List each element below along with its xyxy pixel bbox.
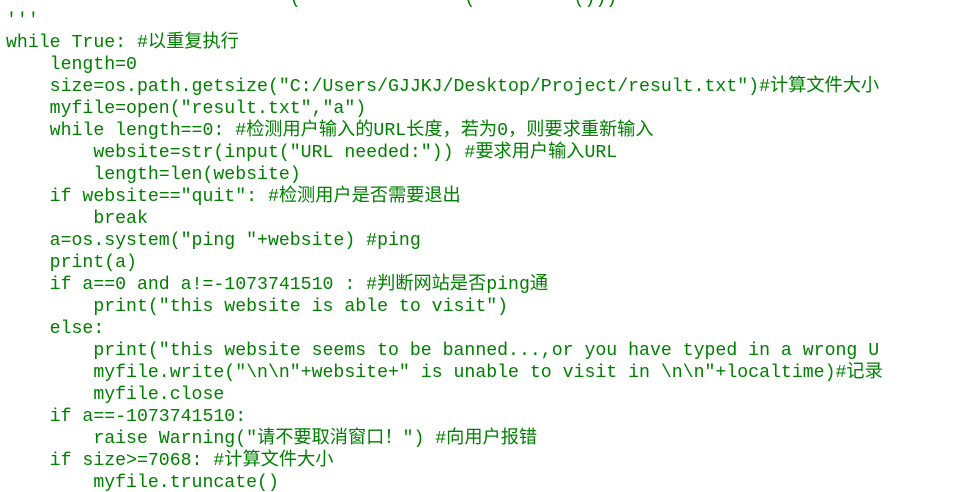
code-line[interactable]: while length==0: #检测用户输入的URL长度，若为0，则要求重新… (6, 120, 883, 142)
code-line[interactable]: length=0 (6, 54, 883, 76)
code-line[interactable]: else: (6, 318, 883, 340)
code-line[interactable]: a=os.system("ping "+website) #ping (6, 230, 883, 252)
code-line[interactable]: while True: #以重复执行 (6, 32, 883, 54)
code-line[interactable]: size=os.path.getsize("C:/Users/GJJKJ/Des… (6, 76, 883, 98)
code-line[interactable]: myfile.write("\n\n"+website+" is unable … (6, 362, 882, 384)
code-line[interactable]: if website=="quit": #检测用户是否需要退出 (6, 186, 883, 208)
code-line[interactable]: myfile.close (6, 384, 883, 406)
code-editor[interactable]: ( ( ())) ''' while True: #以重复执行 length=0… (0, 0, 963, 492)
code-line[interactable]: myfile=open("result.txt","a") (6, 98, 883, 120)
code-line[interactable]: myfile.truncate() (6, 472, 883, 492)
code-line[interactable]: ( ( ())) (6, 0, 883, 10)
code-line[interactable]: print(a) (6, 252, 883, 274)
code-line[interactable]: break (6, 208, 883, 230)
code-line[interactable]: raise Warning("请不要取消窗口！") #向用户报错 (6, 428, 883, 450)
code-line[interactable]: print("this website is able to visit") (6, 296, 883, 318)
code-line[interactable]: print("this website seems to be banned..… (6, 340, 883, 362)
code-block[interactable]: ( ( ())) ''' while True: #以重复执行 length=0… (6, 0, 883, 492)
code-line[interactable]: website=str(input("URL needed:")) #要求用户输… (6, 142, 883, 164)
code-line[interactable]: if a==-1073741510: (6, 406, 883, 428)
code-line[interactable]: if a==0 and a!=-1073741510 : #判断网站是否ping… (6, 274, 883, 296)
code-line[interactable]: ''' (6, 10, 883, 32)
code-line[interactable]: length=len(website) (6, 164, 883, 186)
code-line[interactable]: if size>=7068: #计算文件大小 (6, 450, 883, 472)
